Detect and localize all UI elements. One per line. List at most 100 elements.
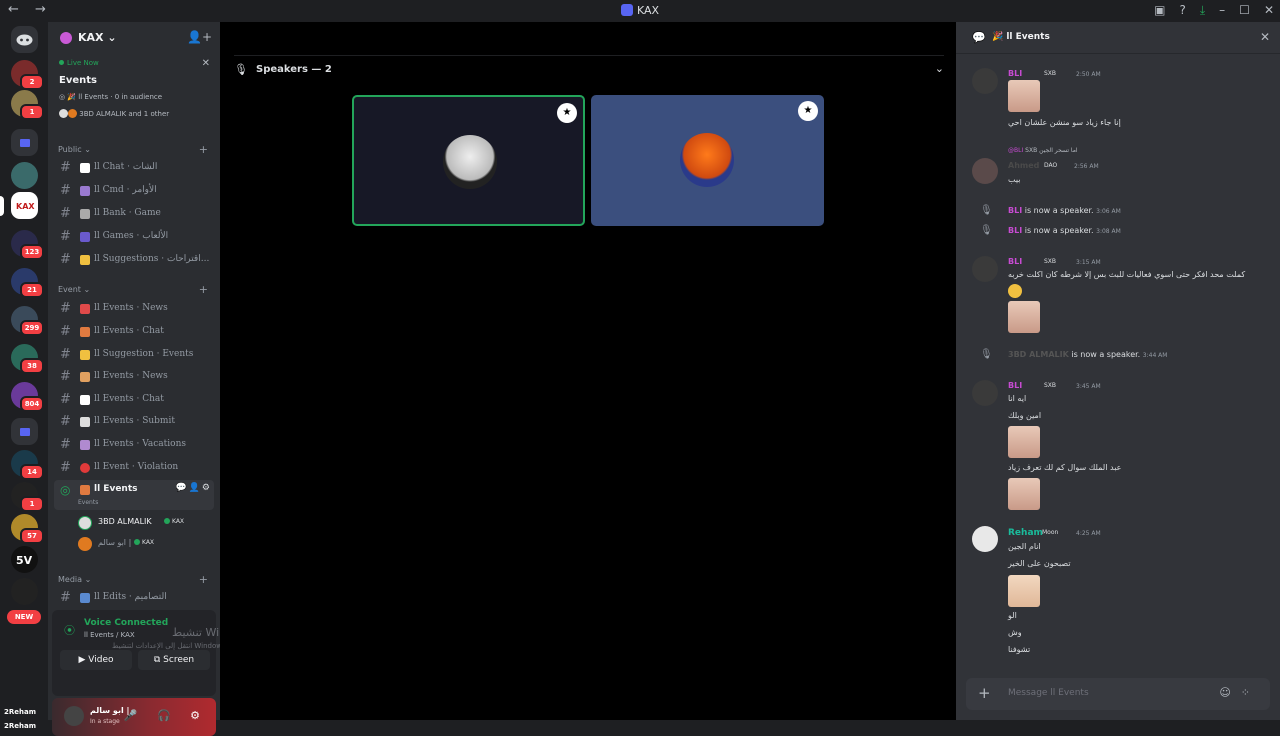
avatar[interactable] — [972, 158, 998, 184]
mention-badge: 14 — [20, 464, 44, 480]
avatar[interactable] — [972, 380, 998, 406]
channel-events-vacations[interactable]: # ll Events · Vacations — [54, 435, 214, 455]
server-1[interactable]: 2 — [11, 60, 44, 90]
server-12[interactable]: 5V — [11, 546, 38, 573]
category-media[interactable]: Media ⌄ — [58, 575, 91, 584]
channel-label: ll Event · Violation — [94, 462, 179, 472]
stage-member[interactable]: ابو سالم | KAX — [78, 536, 214, 552]
avatar[interactable] — [972, 256, 998, 282]
add-channel-icon[interactable]: + — [199, 283, 208, 296]
message-text: ايه انا — [1008, 394, 1027, 403]
channel-bank-game[interactable]: # ll Bank · Game — [54, 204, 214, 224]
channel-events-news[interactable]: # ll Events · News — [54, 299, 214, 319]
server-kax-icon[interactable]: KAX — [0, 192, 38, 219]
author-name[interactable]: BLI — [1008, 257, 1022, 266]
chevron-down-icon[interactable]: ⌄ — [935, 62, 944, 75]
channel-suggestion-events[interactable]: # ll Suggestion · Events — [54, 345, 214, 365]
channel-edits[interactable]: # ll Edits · التصاميم — [54, 588, 214, 608]
channel-chat[interactable]: # ll Chat · الشات — [54, 158, 214, 178]
voice-channel[interactable]: ll Events / KAX — [84, 631, 135, 639]
new-badge[interactable]: NEW — [7, 610, 41, 624]
server-9[interactable]: 14 — [11, 450, 44, 480]
add-attachment-icon[interactable]: + — [978, 684, 991, 702]
speaker-join-icon: 🎙 — [980, 349, 993, 360]
hash-icon: # — [60, 392, 71, 407]
video-button[interactable]: ▶ Video — [60, 650, 132, 670]
gamepad-icon — [80, 232, 90, 242]
avatar[interactable] — [972, 526, 998, 552]
add-channel-icon[interactable]: + — [199, 573, 208, 586]
author-name[interactable]: BLI — [1008, 381, 1022, 390]
film-icon — [80, 593, 90, 603]
avatar — [59, 109, 68, 118]
server-7[interactable]: 38 — [11, 344, 44, 374]
maximize-button[interactable]: ☐ — [1239, 3, 1250, 18]
category-public[interactable]: Public ⌄ — [58, 145, 91, 154]
voice-status[interactable]: Voice Connected — [84, 618, 168, 628]
video-icon: ▶ — [78, 655, 86, 665]
guild-header[interactable]: KAX ⌄ 👤+ — [48, 22, 220, 54]
help-icon[interactable]: ? — [1179, 3, 1185, 18]
sticker-image — [1008, 80, 1040, 112]
author-name[interactable]: Reham — [1008, 528, 1043, 538]
author-name[interactable]: BLI — [1008, 69, 1022, 78]
channel-events-chat-2[interactable]: # ll Events · Chat — [54, 390, 214, 410]
speaker-tile[interactable]: ★ — [352, 95, 585, 226]
speaker-tile[interactable]: ★ — [591, 95, 824, 226]
message-text: كملت محد افكر حتى اسوي فعاليات للبث بس إ… — [1008, 270, 1246, 279]
moderator-icon: ★ — [557, 103, 577, 123]
mention-badge: 1 — [20, 104, 44, 120]
avatar[interactable] — [64, 706, 84, 726]
channel-events-chat[interactable]: # ll Events · Chat — [54, 322, 214, 342]
message-text: تصبحون على الخير — [1008, 559, 1071, 568]
category-event[interactable]: Event ⌄ — [58, 285, 90, 294]
channel-events-stage-active[interactable]: ◎ ll Events Events 💬👤⚙ — [54, 480, 214, 510]
server-10[interactable]: 1 — [11, 482, 44, 512]
minimize-button[interactable]: – — [1219, 3, 1225, 18]
server-3[interactable] — [11, 162, 38, 189]
member-tag: KAX — [164, 518, 184, 525]
close-icon[interactable]: ✕ — [1260, 30, 1270, 44]
server-8[interactable]: 804 — [11, 382, 44, 412]
server-folder-icon-2[interactable] — [11, 418, 38, 445]
hash-icon: # — [60, 183, 71, 198]
channel-event-violation[interactable]: # ll Event · Violation — [54, 458, 214, 478]
server-2[interactable]: 1 — [11, 90, 44, 120]
server-6[interactable]: 299 — [11, 306, 44, 336]
add-channel-icon[interactable]: + — [199, 143, 208, 156]
screen-share-button[interactable]: ⧉ Screen — [138, 650, 210, 670]
close-icon[interactable]: ✕ — [202, 58, 210, 69]
mention-badge: 21 — [20, 282, 44, 298]
inbox-icon[interactable]: ▣ — [1154, 3, 1165, 18]
channel-suggestions[interactable]: # ll Suggestions · اقتراحات... — [54, 250, 214, 270]
composer-actions[interactable]: ☺⁘ — [1219, 686, 1260, 699]
close-window-button[interactable]: ✕ — [1264, 3, 1274, 18]
channel-events-submit[interactable]: # ll Events · Submit — [54, 412, 214, 432]
hash-icon: # — [60, 369, 71, 384]
server-folder-icon[interactable] — [11, 129, 38, 156]
download-icon[interactable]: ⤓ — [1200, 3, 1205, 18]
server-4[interactable]: 123 — [11, 230, 44, 260]
speech-bubble-icon — [80, 163, 90, 173]
author-name[interactable]: Ahmed — [1008, 161, 1039, 170]
message-composer[interactable]: + Message ll Events ☺⁘ — [966, 678, 1270, 710]
channel-actions[interactable]: 💬👤⚙ — [176, 483, 212, 493]
reply-preview[interactable]: @BLI SXB اما تسحر الجين — [1008, 147, 1078, 154]
avatar[interactable] — [972, 68, 998, 94]
window-controls: ▣ ? ⤓ – ☐ ✕ — [1154, 3, 1274, 18]
discord-home-icon[interactable] — [11, 26, 38, 53]
server-5[interactable]: 21 — [11, 268, 44, 298]
stage-member[interactable]: 3BD ALMALIK KAX — [78, 515, 214, 531]
server-13[interactable] — [11, 578, 38, 605]
invite-people-icon[interactable]: 👤+ — [187, 30, 212, 44]
server-11[interactable]: 57 — [11, 514, 44, 544]
live-stage-card[interactable]: Live Now ✕ Events ◎ 🎉 ll Events · 0 in a… — [52, 54, 216, 124]
channel-events-news-2[interactable]: # ll Events · News — [54, 367, 214, 387]
composer-placeholder[interactable]: Message ll Events — [1008, 688, 1089, 698]
channel-games[interactable]: # ll Games · الألعاب — [54, 227, 214, 247]
system-message: 3BD ALMALIK is now a speaker. 3:44 AM — [1008, 350, 1168, 359]
chat-title: 🎉 ll Events — [992, 32, 1050, 42]
bank-icon — [80, 209, 90, 219]
channel-cmd[interactable]: # ll Cmd · الأوامر — [54, 181, 214, 201]
user-controls[interactable]: 🎤 🎧 ⚙ — [124, 709, 208, 722]
